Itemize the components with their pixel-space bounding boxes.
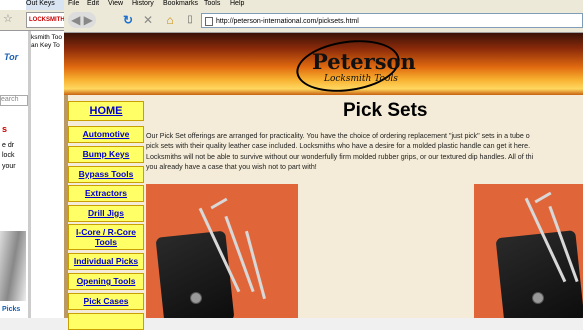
reload-icon[interactable]: ↻ [120,12,136,28]
nav-drill-jigs[interactable]: Drill Jigs [68,205,144,222]
home-icon[interactable]: ⌂ [162,12,178,28]
background-line: ksmith Too [31,34,62,41]
menu-history[interactable]: History [132,0,154,7]
menu-help[interactable]: Help [230,0,244,7]
background-window: Out Keys ☆ LOCKSMITH TOO Tor earch s e d… [0,0,64,318]
side-search-input[interactable]: earch [0,95,28,106]
background-tab-title[interactable]: Out Keys [26,0,64,10]
url-text: http://peterson-international.com/pickse… [216,18,359,25]
browser-window: File Edit View History Bookmarks Tools H… [64,0,583,330]
nav-extractors[interactable]: Extractors [68,185,144,202]
page-title: Pick Sets [343,100,428,121]
url-bar[interactable]: http://peterson-international.com/pickse… [201,13,583,28]
menu-file[interactable]: File [68,0,79,7]
nav-home[interactable]: HOME [68,101,144,121]
background-tab[interactable]: LOCKSMITH TOO [26,12,64,28]
nav-i-core-r-core-tools[interactable]: I-Core / R-Core Tools [68,224,144,250]
background-line: an Key To [31,42,60,49]
back-icon[interactable]: ◀ ▶ [68,12,96,28]
page-icon: ▯ [187,14,193,25]
intro-line: you already have a case that you wish no… [146,162,317,171]
menu-view[interactable]: View [108,0,123,7]
leather-case [155,230,235,318]
side-text: s [2,124,8,134]
nav-automotive[interactable]: Automotive [68,126,144,143]
menu-tools[interactable]: Tools [204,0,220,7]
side-text: Tor [4,52,19,62]
nav-individual-picks[interactable]: Individual Picks [68,253,144,270]
side-image [0,231,26,301]
pick-tool [210,197,228,210]
site-header-banner: Peterson Locksmith Tools [64,33,583,98]
intro-line: Our Pick Set offerings are arranged for … [146,132,530,140]
menu-bookmarks[interactable]: Bookmarks [163,0,198,7]
background-left-panel: Tor earch s e dr lock your Picks [0,31,29,318]
nav-next-item[interactable] [68,313,144,330]
star-icon[interactable]: ☆ [3,12,13,25]
logo-name[interactable]: Peterson [312,49,416,74]
page-favicon-icon [205,17,213,26]
intro-paragraph: Our Pick Set offerings are arranged for … [146,131,583,172]
background-right-panel: ksmith Too an Key To [31,31,64,318]
intro-line: Locksmiths will not be able to survive w… [146,152,534,161]
side-link[interactable]: Picks [2,306,20,313]
side-text: lock [2,152,15,159]
logo-subtitle: Locksmith Tools [324,74,398,84]
nav-bump-keys[interactable]: Bump Keys [68,146,144,163]
intro-line: pick sets with their quality leather cas… [146,142,531,151]
page-content: HOME Automotive Bump Keys Bypass Tools E… [64,95,583,330]
pick-set-photo[interactable] [146,184,298,318]
nav-opening-tools[interactable]: Opening Tools [68,273,144,290]
case-snap [532,292,544,304]
nav-pick-cases[interactable]: Pick Cases [68,293,144,310]
side-text: your [2,163,16,170]
case-snap [190,292,202,304]
pick-tool [244,230,267,300]
menu-bar: File Edit View History Bookmarks Tools H… [64,0,583,10]
nav-bypass-tools[interactable]: Bypass Tools [68,166,144,183]
navigation-toolbar: ◀ ▶ ↻ ✕ ⌂ ▯ http://peterson-internationa… [64,10,583,33]
side-text: e dr [2,142,15,149]
menu-edit[interactable]: Edit [87,0,99,7]
stop-icon[interactable]: ✕ [140,12,156,28]
pick-tool [534,191,552,204]
pick-set-photo[interactable] [474,184,583,318]
leather-case [495,230,583,318]
